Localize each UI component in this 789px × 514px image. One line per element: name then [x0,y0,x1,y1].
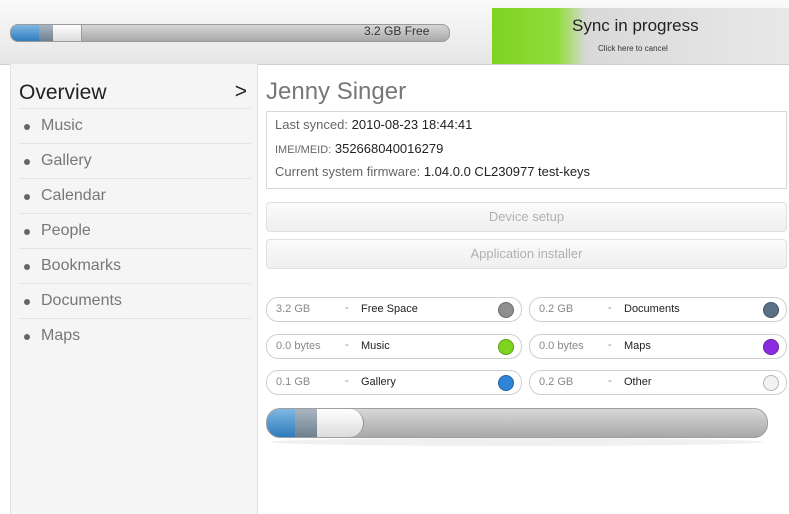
sidebar-item-people[interactable]: People [19,213,251,248]
firmware-value: 1.04.0.0 CL230977 test-keys [423,164,591,179]
sidebar-item-documents[interactable]: Documents [19,283,251,318]
sync-status-title: Sync in progress [572,16,699,35]
firmware-row: Current system firmware: 1.04.0.0 CL2309… [275,164,590,179]
sidebar-item-label: Documents [41,292,122,309]
sidebar-item-music[interactable]: Music [19,108,251,143]
sidebar-item-label: Music [41,117,83,134]
white-dot-icon [763,375,779,391]
legend-size: 0.2 GB [539,376,574,388]
legend-size: 0.1 GB [276,376,311,388]
legend-size: 0.2 GB [539,303,574,315]
bullet-icon [24,264,30,270]
legend-dash: - [345,339,349,351]
legend-name: Other [624,376,652,388]
bullet-icon [24,159,30,165]
sync-cancel-hint: Click here to cancel [598,44,668,53]
sidebar-item-label: Calendar [41,187,106,204]
storage-legend-documents: 0.2 GB - Documents [529,297,787,322]
device-info-box: Last synced: 2010-08-23 18:44:41 IMEI/ME… [266,111,787,189]
legend-name: Gallery [361,376,396,388]
bullet-icon [24,124,30,130]
gray-dot-icon [498,302,514,318]
capacity-segment-other [53,25,82,41]
last-synced-value: 2010-08-23 18:44:41 [351,117,473,132]
purple-dot-icon [763,339,779,355]
legend-dash: - [608,302,612,314]
device-setup-button[interactable]: Device setup [266,202,787,232]
capacity-segment-documents [39,25,53,41]
bar-reflection [270,438,764,446]
free-space-label: 3.2 GB Free [364,24,430,38]
legend-name: Free Space [361,303,418,315]
legend-dash: - [608,375,612,387]
green-dot-icon [498,339,514,355]
storage-legend-gallery: 0.1 GB - Gallery [266,370,522,395]
sidebar-title: Overview [19,81,107,104]
legend-name: Maps [624,340,651,352]
bullet-icon [24,229,30,235]
sidebar-item-label: People [41,222,91,239]
sidebar-item-calendar[interactable]: Calendar [19,178,251,213]
legend-name: Music [361,340,390,352]
top-bar: 3.2 GB Free Sync in progress Click here … [0,0,789,65]
sidebar-item-label: Gallery [41,152,92,169]
storage-legend-free-space: 3.2 GB - Free Space [266,297,522,322]
usage-segment-other [317,409,364,437]
firmware-label: Current system firmware: [275,164,421,179]
bullet-icon [24,194,30,200]
imei-row: IMEI/MEID: 352668040016279 [275,141,443,156]
storage-usage-bar [266,408,768,438]
legend-size: 0.0 bytes [276,340,321,352]
last-synced-row: Last synced: 2010-08-23 18:44:41 [275,117,472,132]
bullet-icon [24,299,30,305]
imei-label: IMEI/MEID: [275,144,332,156]
sidebar-item-bookmarks[interactable]: Bookmarks [19,248,251,283]
sidebar-item-gallery[interactable]: Gallery [19,143,251,178]
usage-segment-documents [295,409,317,437]
application-installer-button[interactable]: Application installer [266,239,787,269]
imei-value: 352668040016279 [334,141,444,156]
legend-name: Documents [624,303,680,315]
sync-progress-button[interactable]: Sync in progress Click here to cancel [492,8,789,64]
sidebar-item-overview[interactable]: Overview > [19,78,251,108]
blue-dot-icon [498,375,514,391]
device-name: Jenny Singer [266,78,407,105]
bullet-icon [24,334,30,340]
storage-legend-music: 0.0 bytes - Music [266,334,522,359]
sidebar-item-label: Bookmarks [41,257,122,274]
last-synced-label: Last synced: [275,117,348,132]
overview-panel: Jenny Singer Last synced: 2010-08-23 18:… [266,64,789,514]
legend-size: 0.0 bytes [539,340,584,352]
sidebar-item-maps[interactable]: Maps [19,318,251,353]
usage-segment-gallery [267,409,295,437]
chevron-right-icon: > [234,80,247,103]
legend-dash: - [345,302,349,314]
sidebar: Overview > Music Gallery Calendar People… [10,64,258,514]
sidebar-item-label: Maps [41,327,81,344]
legend-dash: - [608,339,612,351]
slate-dot-icon [763,302,779,318]
storage-legend-maps: 0.0 bytes - Maps [529,334,787,359]
storage-legend-other: 0.2 GB - Other [529,370,787,395]
legend-size: 3.2 GB [276,303,311,315]
legend-dash: - [345,375,349,387]
capacity-segment-gallery [11,25,39,41]
